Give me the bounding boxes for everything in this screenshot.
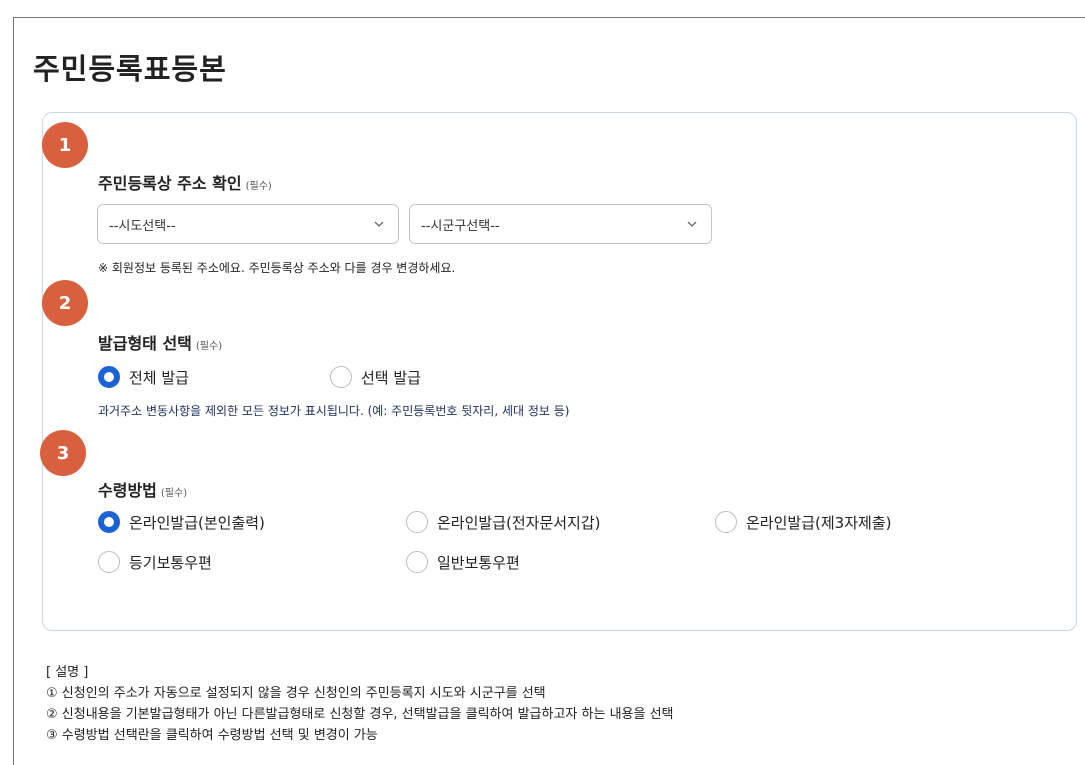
receipt-method-section-label: 수령방법 (필수) [98,477,187,501]
description-block: [ 설명 ] ① 신청인의 주소가 자동으로 설정되지 않을 경우 신청인의 주… [46,662,674,746]
description-header: [ 설명 ] [46,665,89,680]
radio-selective-issue-label: 선택 발급 [361,368,421,387]
radio-online-third-party-label: 온라인발급(제3자제출) [746,513,892,532]
step-2-badge: 2 [42,280,88,326]
receipt-method-section-title: 수령방법 [98,481,157,500]
step-1-badge: 1 [42,122,88,168]
address-note: ※ 회원정보 등록된 주소에요. 주민등록상 주소와 다를 경우 변경하세요. [98,261,456,275]
radio-online-e-wallet-label: 온라인발급(전자문서지갑) [437,513,601,532]
required-tag: (필수) [195,341,223,352]
radio-online-self-print-label: 온라인발급(본인출력) [129,513,265,532]
radio-unchecked-icon [98,551,120,573]
radio-unchecked-icon [330,366,352,388]
radio-registered-mail[interactable]: 등기보통우편 [98,551,212,573]
sigungu-select-value: --시군구선택-- [421,218,500,234]
radio-online-e-wallet[interactable]: 온라인발급(전자문서지갑) [406,511,601,533]
radio-registered-mail-label: 등기보통우편 [129,553,212,572]
radio-unchecked-icon [406,551,428,573]
issue-type-note: 과거주소 변동사항을 제외한 모든 정보가 표시됩니다. (예: 주민등록번호 … [98,404,570,418]
radio-full-issue-label: 전체 발급 [129,368,189,387]
radio-regular-mail-label: 일반보통우편 [437,553,520,572]
radio-selective-issue[interactable]: 선택 발급 [330,366,421,388]
radio-online-self-print[interactable]: 온라인발급(본인출력) [98,511,265,533]
page-title: 주민등록표등본 [33,52,227,86]
radio-unchecked-icon [715,511,737,533]
chevron-down-icon [687,221,697,227]
sigungu-select[interactable]: --시군구선택-- [409,204,712,244]
radio-full-issue[interactable]: 전체 발급 [98,366,189,388]
chevron-down-icon [374,221,384,227]
step-3-badge: 3 [40,430,86,476]
address-section-label: 주민등록상 주소 확인 (필수) [98,170,272,194]
issue-type-section-title: 발급형태 선택 [98,334,192,353]
required-tag: (필수) [245,181,272,192]
radio-checked-icon [98,511,120,533]
radio-online-third-party[interactable]: 온라인발급(제3자제출) [715,511,891,533]
address-section-title: 주민등록상 주소 확인 [98,174,242,193]
radio-checked-icon [98,366,120,388]
description-line: ① 신청인의 주소가 자동으로 설정되지 않을 경우 신청인의 주민등록지 시도… [46,686,546,701]
sido-select-value: --시도선택-- [109,218,176,234]
description-line: ② 신청내용을 기본발급형태가 아닌 다른발급형태로 신청할 경우, 선택발급을… [46,707,674,722]
radio-unchecked-icon [406,511,428,533]
description-line: ③ 수령방법 선택란을 클릭하여 수령방법 선택 및 변경이 가능 [46,728,378,743]
radio-regular-mail[interactable]: 일반보통우편 [406,551,520,573]
required-tag: (필수) [160,488,188,499]
issue-type-section-label: 발급형태 선택 (필수) [98,330,222,354]
sido-select[interactable]: --시도선택-- [97,204,399,244]
